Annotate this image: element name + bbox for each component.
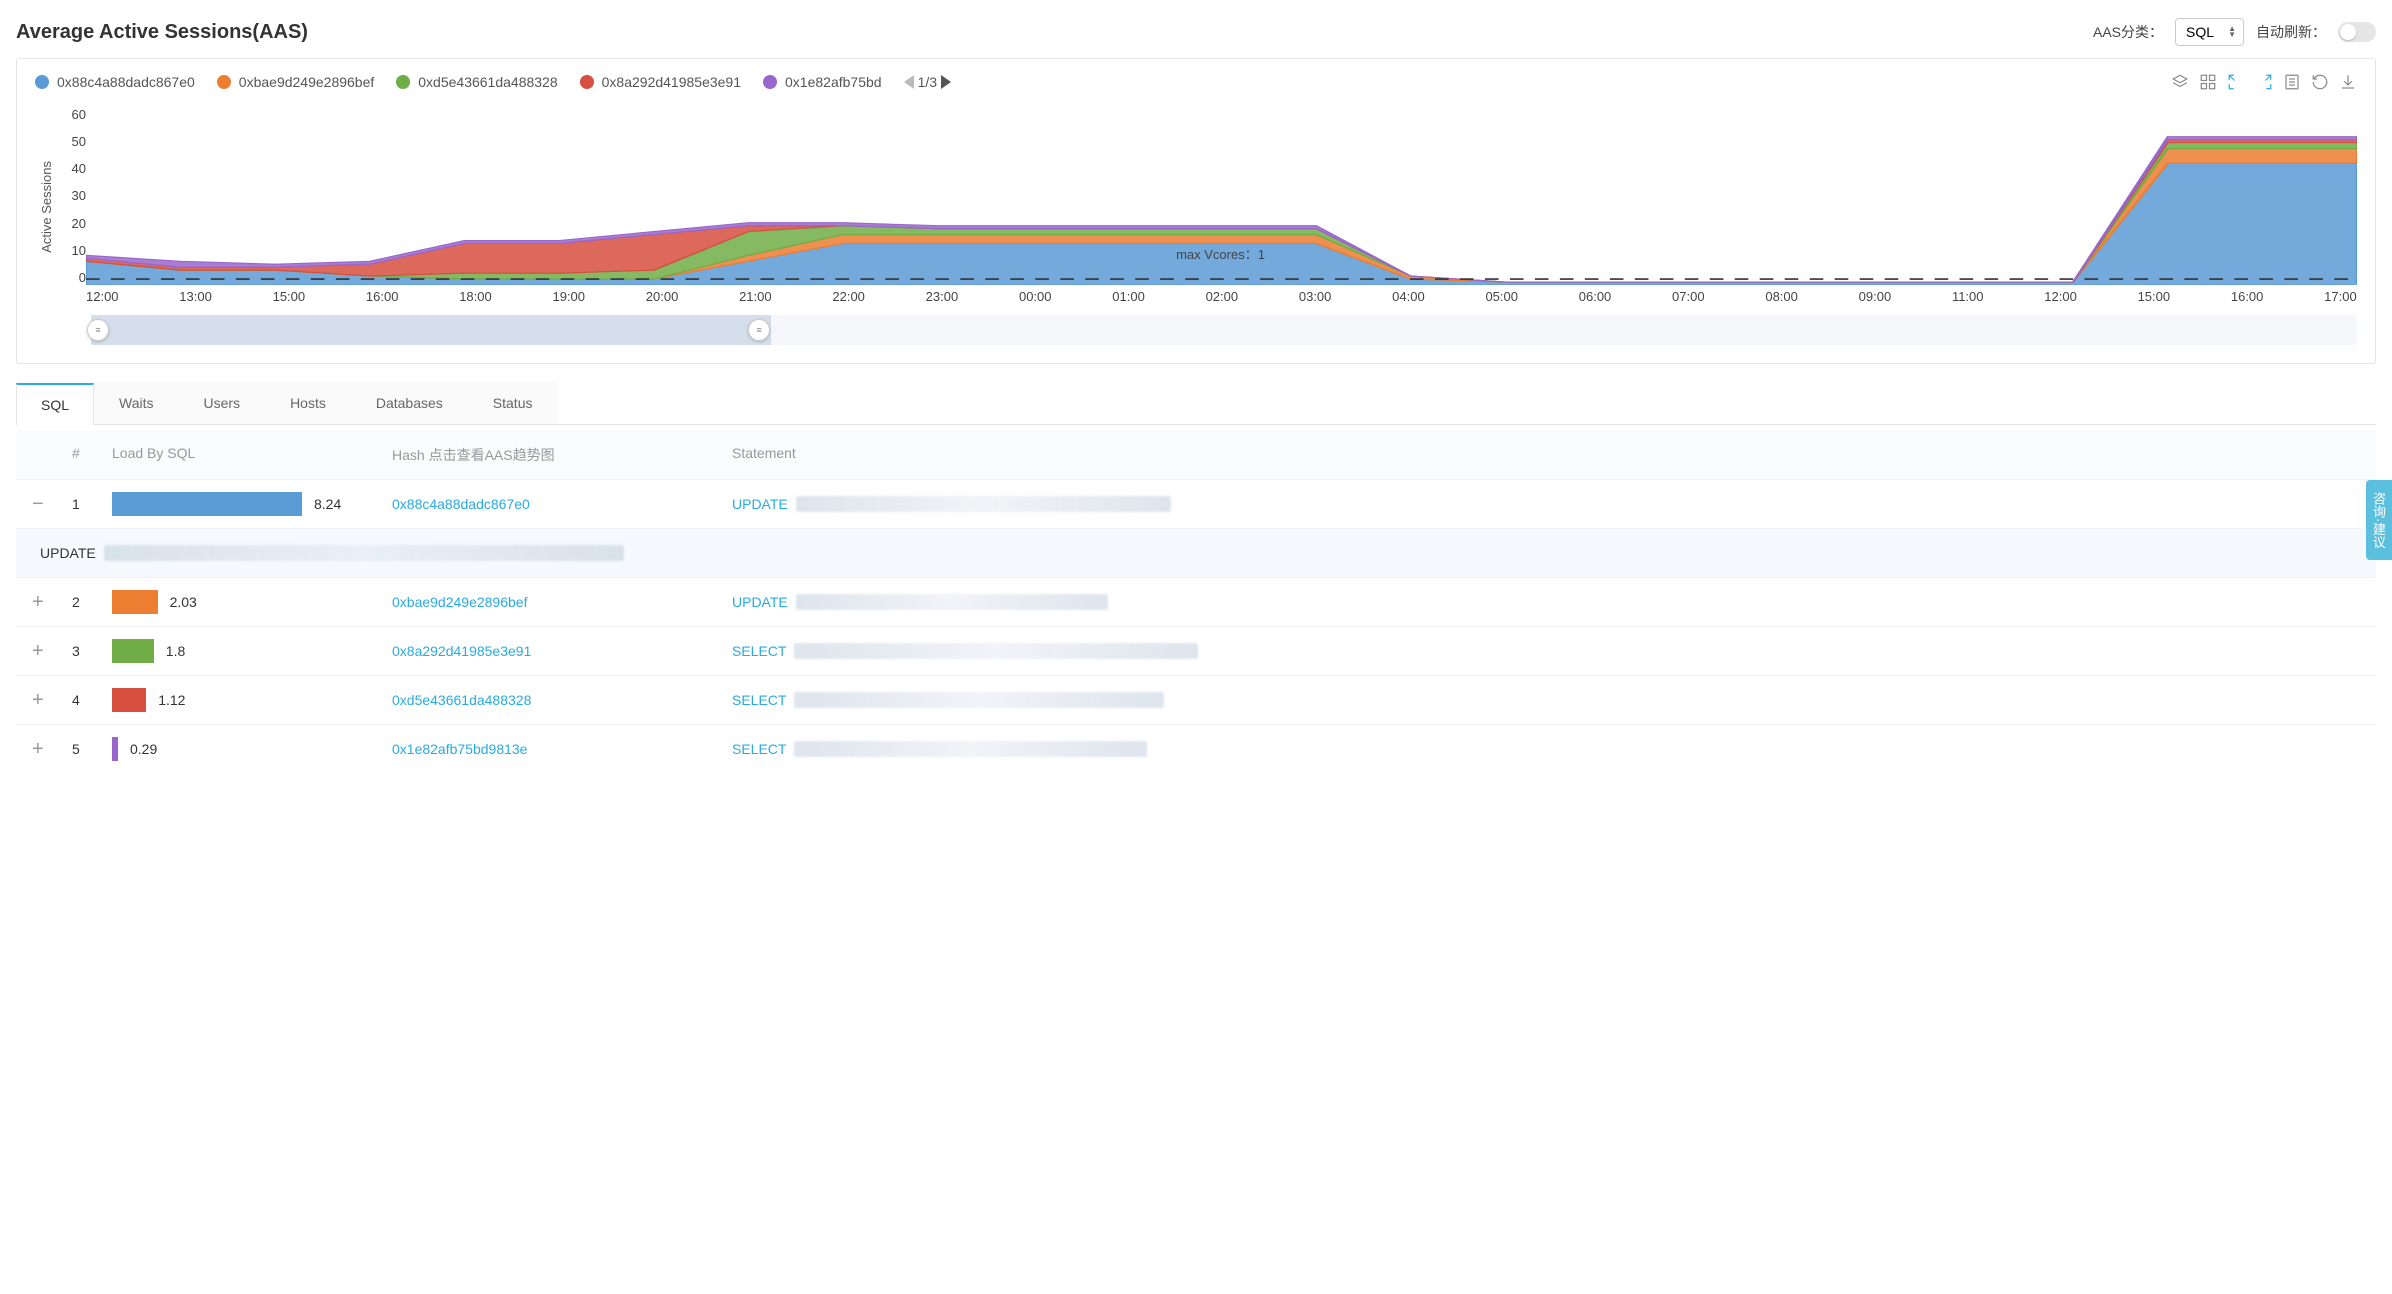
scrub-handle-right[interactable]: ≡: [748, 319, 770, 341]
col-statement: Statement: [732, 445, 2360, 465]
legend-label: 0xbae9d249e2896bef: [239, 74, 374, 90]
table-row: + 3 1.8 0x8a292d41985e3e91 SELECT: [16, 626, 2376, 675]
tab-waits[interactable]: Waits: [94, 382, 178, 424]
statement-redacted: [794, 643, 1197, 659]
expand-icon[interactable]: +: [32, 739, 72, 759]
legend-dot-icon: [217, 75, 231, 89]
legend-pager: 1/3: [918, 74, 937, 90]
legend-item[interactable]: 0xd5e43661da488328: [396, 74, 557, 90]
refresh-icon[interactable]: [2311, 73, 2329, 91]
expand-icon[interactable]: +: [32, 641, 72, 661]
statement-redacted: [794, 741, 1146, 757]
chart-panel: 0x88c4a88dadc867e0 0xbae9d249e2896bef 0xd5…: [16, 58, 2376, 364]
chart-toolbar: [2171, 73, 2357, 91]
load-value: 2.03: [170, 594, 197, 610]
time-scrubber[interactable]: ≡ ≡: [91, 315, 2357, 345]
feedback-tab[interactable]: 咨询·建议: [2366, 480, 2392, 560]
list-icon[interactable]: [2283, 73, 2301, 91]
auto-refresh-toggle[interactable]: [2338, 22, 2376, 42]
page-title: Average Active Sessions(AAS): [16, 21, 308, 44]
expand-icon[interactable]: +: [32, 592, 72, 612]
col-index: #: [72, 445, 112, 465]
statement-redacted: [794, 692, 1163, 708]
row-index: 5: [72, 741, 112, 757]
statement-keyword: SELECT: [732, 643, 786, 659]
legend-label: 0x88c4a88dadc867e0: [57, 74, 195, 90]
col-hash: Hash 点击查看AAS趋势图: [392, 445, 732, 465]
statement-keyword: SELECT: [732, 741, 786, 757]
tab-databases[interactable]: Databases: [351, 382, 468, 424]
load-bar: [112, 590, 158, 614]
refresh-label: 自动刷新：: [2256, 22, 2326, 42]
x-ticks: 12:0013:0015:0016:0018:0019:0020:0021:00…: [86, 285, 2357, 304]
legend-label: 0x1e82afb75bd: [785, 74, 882, 90]
legend-prev-icon[interactable]: [904, 75, 914, 89]
row-index: 2: [72, 594, 112, 610]
load-value: 1.8: [166, 643, 185, 659]
row-index: 4: [72, 692, 112, 708]
load-bar: [112, 492, 302, 516]
scrub-handle-left[interactable]: ≡: [87, 319, 109, 341]
detail-keyword: UPDATE: [40, 545, 96, 561]
load-value: 8.24: [314, 496, 341, 512]
max-vcores-annotation: max Vcores：1: [1176, 244, 1265, 263]
statement-redacted: [796, 594, 1108, 610]
load-bar: [112, 737, 118, 761]
load-bar: [112, 639, 154, 663]
legend-item[interactable]: 0x88c4a88dadc867e0: [35, 74, 195, 90]
legend-item[interactable]: 0xbae9d249e2896bef: [217, 74, 374, 90]
legend-item[interactable]: 0x8a292d41985e3e91: [580, 74, 741, 90]
grid-icon[interactable]: [2199, 73, 2217, 91]
legend-item[interactable]: 0x1e82afb75bd: [763, 74, 882, 90]
table-row: − 1 8.24 0x88c4a88dadc867e0 UPDATE: [16, 479, 2376, 528]
load-value: 1.12: [158, 692, 185, 708]
legend-dot-icon: [763, 75, 777, 89]
table-row: + 2 2.03 0xbae9d249e2896bef UPDATE: [16, 577, 2376, 626]
hash-link[interactable]: 0x8a292d41985e3e91: [392, 643, 732, 659]
tab-users[interactable]: Users: [179, 382, 266, 424]
detail-redacted: [104, 545, 624, 561]
layers-icon[interactable]: [2171, 73, 2189, 91]
hash-link[interactable]: 0x88c4a88dadc867e0: [392, 496, 732, 512]
zoom-out-icon[interactable]: [2255, 73, 2273, 91]
legend-next-icon[interactable]: [941, 75, 951, 89]
row-index: 3: [72, 643, 112, 659]
hash-link[interactable]: 0x1e82afb75bd9813e: [392, 741, 732, 757]
hash-link[interactable]: 0xbae9d249e2896bef: [392, 594, 732, 610]
hash-link[interactable]: 0xd5e43661da488328: [392, 692, 732, 708]
tab-sql[interactable]: SQL: [16, 383, 94, 425]
classify-label: AAS分类：: [2093, 22, 2163, 42]
tab-hosts[interactable]: Hosts: [265, 382, 351, 424]
collapse-icon[interactable]: −: [32, 494, 72, 514]
load-value: 0.29: [130, 741, 157, 757]
table-row: + 4 1.12 0xd5e43661da488328 SELECT: [16, 675, 2376, 724]
statement-keyword: UPDATE: [732, 496, 788, 512]
table-row: + 5 0.29 0x1e82afb75bd9813e SELECT: [16, 724, 2376, 773]
load-bar: [112, 688, 146, 712]
statement-keyword: SELECT: [732, 692, 786, 708]
y-ticks: 0102030405060: [58, 107, 86, 307]
download-icon[interactable]: [2339, 73, 2357, 91]
legend-label: 0xd5e43661da488328: [418, 74, 557, 90]
legend-dot-icon: [35, 75, 49, 89]
col-load: Load By SQL: [112, 445, 392, 465]
legend-label: 0x8a292d41985e3e91: [602, 74, 741, 90]
classify-select[interactable]: SQL: [2175, 18, 2244, 46]
tabs: SQLWaitsUsersHostsDatabasesStatus: [16, 382, 2376, 425]
y-axis-label: Active Sessions: [35, 161, 58, 253]
row-index: 1: [72, 496, 112, 512]
sql-table: # Load By SQL Hash 点击查看AAS趋势图 Statement …: [16, 431, 2376, 773]
tab-status[interactable]: Status: [468, 382, 558, 424]
statement-redacted: [796, 496, 1171, 512]
zoom-in-icon[interactable]: [2227, 73, 2245, 91]
legend-dot-icon: [396, 75, 410, 89]
legend-dot-icon: [580, 75, 594, 89]
expand-icon[interactable]: +: [32, 690, 72, 710]
statement-keyword: UPDATE: [732, 594, 788, 610]
row-detail: UPDATE: [16, 528, 2376, 577]
